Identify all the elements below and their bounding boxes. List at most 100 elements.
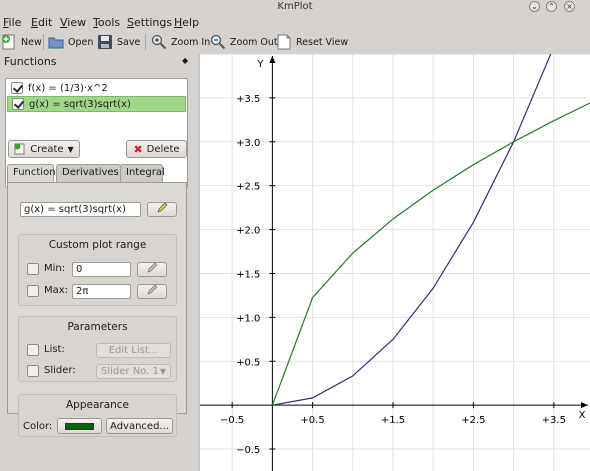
custom-range-group: Custom plot range Min: 0 Max: 2π: [18, 234, 177, 306]
function-item-f[interactable]: f(x) = (1/3)·x^2: [7, 80, 186, 96]
menu-file[interactable]: File: [3, 16, 21, 29]
list-checkbox[interactable]: [27, 344, 39, 356]
y-tick-label: +2.0: [236, 226, 260, 237]
slider-checkbox[interactable]: [27, 365, 39, 377]
y-tick-label: +1.0: [236, 313, 260, 324]
edit-list-button[interactable]: Edit List...: [96, 343, 171, 358]
x-tick-label: +3.5: [542, 415, 566, 426]
reset-view-button[interactable]: Reset View: [276, 32, 348, 52]
delete-label: Delete: [146, 143, 180, 155]
y-tick-label: +3.5: [236, 94, 260, 105]
open-label: Open: [68, 36, 94, 48]
max-edit-button[interactable]: [137, 284, 167, 299]
menu-tools[interactable]: Tools: [93, 16, 120, 29]
chevron-down-icon: ▼: [67, 144, 74, 154]
new-label: New: [21, 36, 42, 48]
min-edit-button[interactable]: [137, 262, 167, 277]
function-visible-checkbox[interactable]: [11, 82, 23, 94]
max-label: Max:: [44, 285, 69, 296]
open-button[interactable]: Open: [48, 32, 93, 52]
close-button[interactable]: ×: [564, 1, 575, 12]
min-input[interactable]: 0: [72, 262, 131, 277]
maximize-button[interactable]: ⌃: [546, 1, 557, 12]
tab-integral[interactable]: Integral: [120, 164, 165, 182]
minimize-button[interactable]: ⌄: [529, 1, 540, 12]
menu-help[interactable]: Help: [174, 16, 199, 29]
zoom-in-label: Zoom In: [171, 36, 211, 48]
menu-view[interactable]: View: [60, 16, 86, 29]
menubar: File Edit View Tools Settings Help: [0, 14, 590, 30]
parameters-group: Parameters List: Edit List... Slider: Sl…: [18, 316, 177, 382]
folder-icon: [48, 34, 64, 50]
color-label: Color:: [23, 421, 53, 432]
tab-function[interactable]: Function: [7, 164, 56, 183]
list-label: List:: [44, 344, 65, 355]
plot-grid: [200, 54, 590, 471]
min-label: Min:: [44, 263, 66, 274]
menu-settings[interactable]: Settings: [127, 16, 172, 29]
plot-axes: [200, 56, 588, 471]
toolbar-separator: [145, 34, 146, 50]
zoom-out-icon: [210, 34, 226, 50]
y-tick-label: +3.0: [236, 138, 260, 149]
zoom-out-label: Zoom Out: [230, 36, 278, 48]
function-tab-panel: g(x) = sqrt(3)sqrt(x) Custom plot range …: [7, 182, 187, 437]
zoom-in-button[interactable]: Zoom In: [151, 32, 210, 52]
tab-derivatives[interactable]: Derivatives: [56, 164, 121, 182]
y-axis-arrow: [269, 56, 276, 63]
function-visible-checkbox[interactable]: [12, 98, 24, 110]
max-checkbox[interactable]: [27, 285, 39, 297]
x-axis-arrow: [581, 402, 588, 409]
function-item-g[interactable]: g(x) = sqrt(3)sqrt(x): [7, 96, 186, 112]
reset-view-icon: [276, 34, 292, 50]
color-swatch: [65, 422, 94, 430]
create-label: Create: [30, 143, 64, 155]
y-tick-label: +2.5: [236, 182, 260, 193]
advanced-button[interactable]: Advanced...: [106, 418, 173, 434]
x-axis-label: X: [579, 410, 586, 421]
custom-range-title: Custom plot range: [48, 239, 147, 251]
new-document-icon: [1, 34, 17, 50]
reset-view-label: Reset View: [296, 36, 349, 48]
pencil-icon: [146, 284, 158, 299]
plot-area[interactable]: −0.5 +0.5 +1.5 +2.5 +3.5 −0.5 +0.5 +1.0 +1.5 +2.0…: [200, 54, 590, 471]
parameters-title: Parameters: [67, 321, 128, 333]
color-button[interactable]: [57, 418, 102, 434]
x-tick-label: +1.5: [381, 415, 405, 426]
y-tick-label: +1.5: [236, 269, 260, 280]
delete-icon: ✖: [133, 142, 143, 156]
toolbar-separator: [43, 34, 44, 50]
function-plot[interactable]: −0.5 +0.5 +1.5 +2.5 +3.5 −0.5 +0.5 +1.0 +1.5 +2.0…: [200, 54, 590, 471]
appearance-group: Appearance Color: Advanced...: [18, 394, 177, 437]
x-tick-label: −0.5: [220, 415, 244, 426]
function-item-label: g(x) = sqrt(3)sqrt(x): [29, 98, 131, 110]
zoom-in-icon: [151, 34, 167, 50]
chevron-down-icon: ▼: [159, 367, 166, 376]
functions-panel-title: Functions: [4, 55, 57, 68]
menu-edit[interactable]: Edit: [31, 16, 52, 29]
save-label: Save: [117, 36, 141, 48]
slider-select[interactable]: Slider No. 1 ▼: [96, 364, 171, 379]
function-curve-g: [271, 102, 590, 406]
slider-select-value: Slider No. 1: [101, 366, 159, 377]
delete-button[interactable]: ✖ Delete: [126, 140, 187, 158]
edit-expression-button[interactable]: [147, 202, 177, 217]
y-tick-label: +0.5: [236, 357, 260, 368]
pencil-icon: [146, 262, 158, 277]
window-titlebar: KmPlot ⌄ ⌃ ×: [0, 0, 590, 14]
create-button[interactable]: Create ▼: [8, 140, 80, 158]
floppy-disk-icon: [97, 34, 113, 50]
min-checkbox[interactable]: [27, 263, 39, 275]
expression-input[interactable]: g(x) = sqrt(3)sqrt(x): [20, 202, 141, 217]
panel-float-icon[interactable]: ◆: [182, 56, 188, 65]
zoom-out-button[interactable]: Zoom Out: [210, 32, 278, 52]
save-button[interactable]: Save: [97, 32, 140, 52]
x-tick-label: +0.5: [300, 415, 324, 426]
max-input[interactable]: 2π: [72, 284, 131, 299]
appearance-title: Appearance: [65, 399, 130, 411]
new-button[interactable]: New: [1, 32, 42, 52]
x-tick-label: +2.5: [461, 415, 485, 426]
function-item-label: f(x) = (1/3)·x^2: [28, 82, 108, 94]
pencil-icon: [156, 202, 168, 217]
plot-labels: −0.5 +0.5 +1.5 +2.5 +3.5 −0.5 +0.5 +1.0 +1.5 +2.0…: [220, 59, 586, 456]
